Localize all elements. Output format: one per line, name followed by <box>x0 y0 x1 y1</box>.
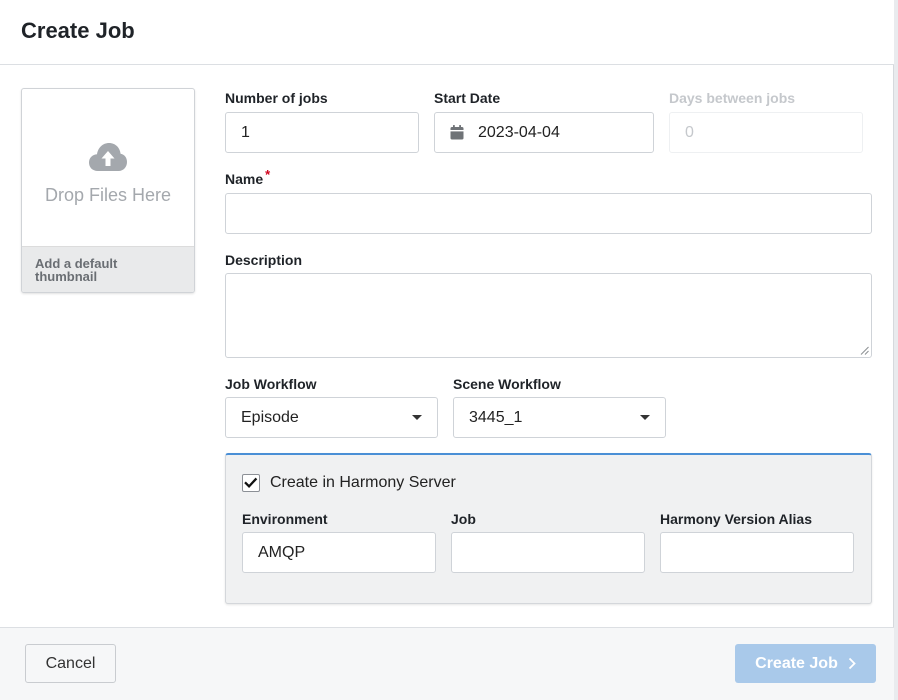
chevron-down-icon <box>412 415 422 420</box>
drop-files-text: Drop Files Here <box>44 185 172 205</box>
add-default-thumbnail-label: Add a default thumbnail <box>35 256 118 284</box>
resize-handle-icon[interactable] <box>860 346 869 355</box>
create-job-button-label: Create Job <box>755 654 838 672</box>
dialog-header: Create Job <box>0 0 894 65</box>
cloud-upload-icon <box>89 143 127 171</box>
scene-workflow-value: 3445_1 <box>469 408 523 426</box>
chevron-right-icon <box>848 657 856 670</box>
scene-workflow-label: Scene Workflow <box>453 376 561 392</box>
days-between-jobs-placeholder: 0 <box>685 123 694 141</box>
days-between-jobs-label: Days between jobs <box>669 90 796 106</box>
job-workflow-value: Episode <box>241 408 299 426</box>
job-workflow-select[interactable]: Episode <box>225 397 438 438</box>
checkmark-icon <box>244 477 258 489</box>
dialog-footer: Cancel Create Job <box>0 627 894 700</box>
start-date-label: Start Date <box>434 90 501 106</box>
environment-input[interactable]: AMQP <box>242 532 436 573</box>
create-job-dialog: Create Job Drop Files Here Add a default… <box>0 0 894 700</box>
name-input[interactable] <box>225 193 872 234</box>
calendar-icon <box>450 125 464 140</box>
description-textarea[interactable] <box>225 273 872 358</box>
job-workflow-label: Job Workflow <box>225 376 317 392</box>
harmony-job-input[interactable] <box>451 532 645 573</box>
name-label: Name * <box>225 167 270 187</box>
add-default-thumbnail-button[interactable]: Add a default thumbnail <box>22 246 194 292</box>
number-of-jobs-input[interactable]: 1 <box>225 112 419 153</box>
name-label-text: Name <box>225 171 264 187</box>
environment-label: Environment <box>242 511 328 527</box>
create-in-harmony-label[interactable]: Create in Harmony Server <box>270 474 456 492</box>
cancel-button[interactable]: Cancel <box>25 644 116 683</box>
description-label: Description <box>225 252 303 268</box>
days-between-jobs-input: 0 <box>669 112 863 153</box>
harmony-version-alias-label: Harmony Version Alias <box>660 511 812 527</box>
create-job-button[interactable]: Create Job <box>735 644 876 683</box>
harmony-job-label: Job <box>451 511 476 527</box>
create-in-harmony-checkbox[interactable] <box>242 474 260 492</box>
chevron-down-icon <box>640 415 650 420</box>
thumbnail-dropzone[interactable]: Drop Files Here Add a default thumbnail <box>21 88 195 293</box>
dialog-title: Create Job <box>21 18 135 43</box>
harmony-server-panel: Create in Harmony Server Environment AMQ… <box>225 453 872 604</box>
start-date-value: 2023-04-04 <box>478 123 560 141</box>
number-of-jobs-label: Number of jobs <box>225 90 328 106</box>
file-drop-area[interactable]: Drop Files Here <box>22 89 194 246</box>
scene-workflow-select[interactable]: 3445_1 <box>453 397 666 438</box>
environment-value: AMQP <box>258 543 306 561</box>
start-date-input[interactable]: 2023-04-04 <box>434 112 654 153</box>
required-indicator: * <box>265 167 271 182</box>
number-of-jobs-value: 1 <box>241 123 250 141</box>
harmony-version-alias-input[interactable] <box>660 532 854 573</box>
